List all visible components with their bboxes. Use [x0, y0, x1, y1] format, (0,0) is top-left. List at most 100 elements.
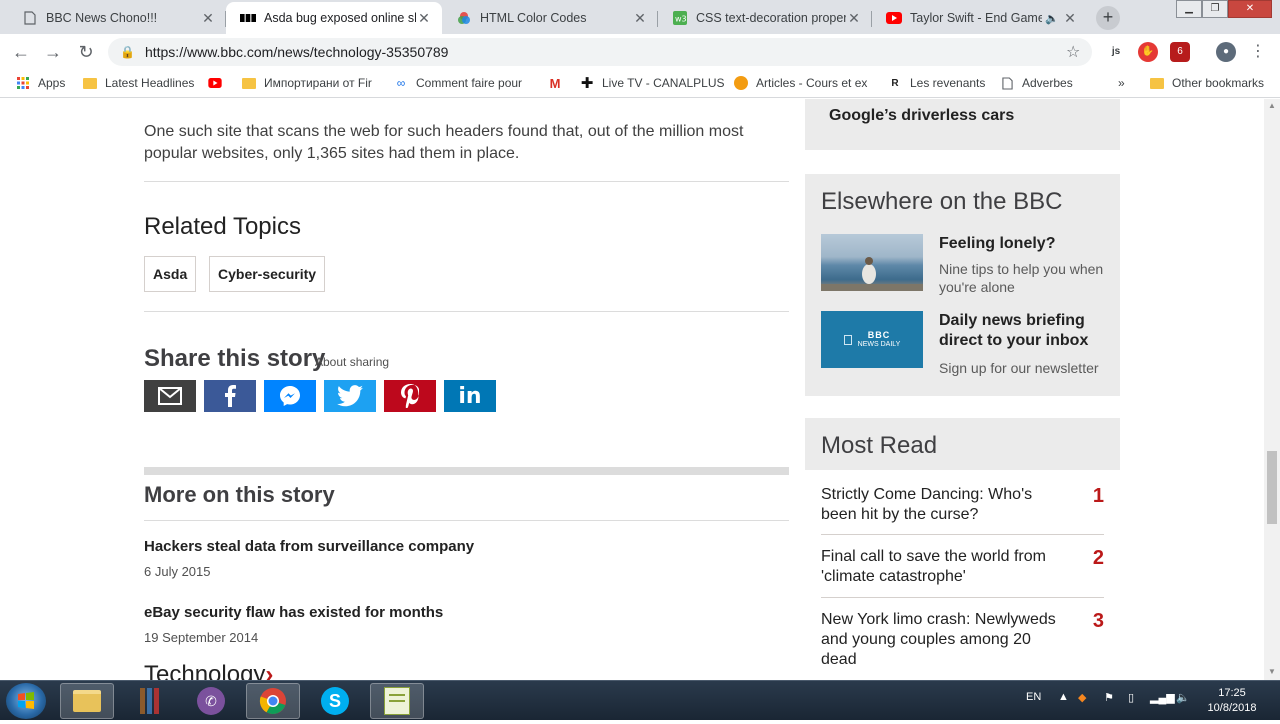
bookmark-articles[interactable]: Articles - Cours et ex — [726, 76, 875, 90]
bookmark-youtube[interactable] — [200, 76, 238, 90]
topic-tag-cyber-security[interactable]: Cyber-security — [209, 256, 326, 292]
windows-taskbar: ✆ S EN ▲ ◆ ⚑ ▯ ▂▄▆ 🔈 17:25 10/8/2018 — [0, 680, 1280, 720]
close-tab-icon[interactable]: ✕ — [846, 10, 862, 27]
js-extension-icon[interactable]: js — [1106, 42, 1126, 62]
bookmark-les-revenants[interactable]: R Les revenants — [880, 76, 993, 90]
bookmark-apps[interactable]: Apps — [8, 76, 73, 90]
pinterest-icon — [401, 384, 419, 408]
email-icon — [158, 387, 182, 405]
share-twitter-button[interactable] — [324, 380, 376, 412]
show-hidden-icons-chevron-icon[interactable]: ▲ — [1058, 691, 1069, 703]
profile-avatar[interactable]: ● — [1216, 42, 1236, 62]
taskbar-skype[interactable]: S — [308, 683, 362, 719]
books-icon — [139, 688, 159, 714]
share-pinterest-button[interactable] — [384, 380, 436, 412]
taskbar-notepad-plus[interactable] — [370, 683, 424, 719]
viber-icon: ✆ — [197, 687, 225, 715]
tab-title: BBC News Chono!!! — [46, 11, 158, 25]
bookmark-live-tv[interactable]: ✚ Live TV - CANALPLUS — [572, 75, 733, 92]
tab-title: CSS text-decoration property — [696, 11, 846, 25]
share-messenger-button[interactable] — [264, 380, 316, 412]
top-promo-title[interactable]: Google’s driverless cars — [829, 107, 1014, 125]
page-content: One such site that scans the web for suc… — [0, 99, 1264, 680]
action-center-flag-icon[interactable]: ⚑ — [1104, 691, 1114, 704]
page-scrollbar[interactable]: ▲ ▼ — [1264, 99, 1280, 680]
share-facebook-button[interactable] — [204, 380, 256, 412]
technology-section-link[interactable]: Technology› — [144, 661, 273, 680]
related-story[interactable]: Hackers steal data from surveillance com… — [144, 538, 474, 579]
share-linkedin-button[interactable]: in — [444, 380, 496, 412]
close-tab-icon[interactable]: ✕ — [416, 10, 432, 27]
promo-title[interactable]: Feeling lonely? — [939, 234, 1119, 254]
folder-icon — [242, 76, 256, 90]
scroll-down-arrow-icon[interactable]: ▼ — [1268, 667, 1276, 676]
close-tab-icon[interactable]: ✕ — [1062, 10, 1078, 27]
maximize-button[interactable]: ❐ — [1202, 0, 1228, 18]
windows-start-button[interactable] — [6, 683, 46, 719]
close-tab-icon[interactable]: ✕ — [632, 10, 648, 27]
scroll-up-arrow-icon[interactable]: ▲ — [1268, 101, 1276, 110]
speaker-icon[interactable]: 🔈 — [1042, 12, 1062, 25]
forward-arrow-icon[interactable]: → — [42, 41, 64, 63]
tab-asda-bug[interactable]: Asda bug exposed online shoppers ✕ — [226, 2, 442, 34]
promo-title[interactable]: Daily news briefing direct to your inbox — [939, 311, 1119, 351]
language-indicator[interactable]: EN — [1026, 691, 1041, 703]
close-tab-icon[interactable]: ✕ — [200, 10, 216, 27]
tab-html-color-codes[interactable]: HTML Color Codes ✕ — [442, 2, 658, 34]
notepad-plus-icon — [384, 687, 410, 715]
bookmark-imported[interactable]: Импортирани от Fir — [234, 76, 380, 90]
chrome-icon — [259, 688, 286, 715]
scrollbar-thumb[interactable] — [1267, 451, 1277, 524]
story-title[interactable]: Hackers steal data from surveillance com… — [144, 538, 474, 555]
metamask-fox-icon[interactable]: ◆ — [1078, 691, 1086, 704]
share-email-button[interactable] — [144, 380, 196, 412]
minimize-button[interactable]: ▁ — [1176, 0, 1202, 18]
story-date: 6 July 2015 — [144, 564, 211, 579]
ublock-extension-icon[interactable]: 6 — [1170, 42, 1190, 62]
network-signal-icon[interactable]: ▂▄▆ — [1150, 691, 1175, 704]
menu-dots-icon[interactable]: ⋮ — [1248, 42, 1268, 62]
most-read-rank: 1 — [1092, 485, 1104, 507]
page-icon — [22, 10, 38, 26]
most-read-rank: 2 — [1092, 547, 1104, 569]
power-plug-icon[interactable]: ▯ — [1128, 691, 1134, 704]
bookmark-star-icon[interactable]: ☆ — [1066, 42, 1092, 62]
tab-title: Asda bug exposed online shoppers — [264, 11, 416, 25]
tab-css-text-decoration[interactable]: w3 CSS text-decoration property ✕ — [658, 2, 872, 34]
bookmark-latest-headlines[interactable]: Latest Headlines — [75, 76, 202, 90]
most-read-title[interactable]: Strictly Come Dancing: Who's been hit by… — [821, 485, 1061, 525]
folder-icon — [83, 76, 97, 90]
topic-tag-asda[interactable]: Asda — [144, 256, 197, 292]
related-story[interactable]: eBay security flaw has existed for month… — [144, 604, 443, 645]
about-sharing-link[interactable]: About sharing — [315, 355, 389, 369]
bbc-logo-icon — [240, 10, 256, 26]
bookmark-comment-faire[interactable]: ∞ Comment faire pour — [386, 76, 530, 90]
facebook-icon — [225, 385, 236, 407]
youtube-icon — [886, 10, 902, 26]
volume-speaker-icon[interactable]: 🔈 — [1176, 691, 1190, 704]
divider — [144, 311, 789, 312]
back-arrow-icon[interactable]: ← — [10, 41, 32, 63]
orange-circle-icon — [734, 76, 748, 90]
system-clock[interactable]: 17:25 10/8/2018 — [1200, 686, 1264, 716]
bookmarks-overflow-chevron-icon[interactable]: » — [1110, 76, 1133, 90]
taskbar-chrome[interactable] — [246, 683, 300, 719]
most-read-title[interactable]: New York limo crash: Newlyweds and young… — [821, 610, 1061, 670]
bookmark-other[interactable]: Other bookmarks — [1142, 76, 1272, 90]
reload-icon[interactable]: ↻ — [75, 41, 97, 63]
taskbar-file-explorer[interactable] — [60, 683, 114, 719]
clock-date: 10/8/2018 — [1207, 702, 1257, 714]
bookmark-adverbes[interactable]: Adverbes — [992, 76, 1081, 90]
new-tab-button[interactable]: + — [1096, 6, 1120, 30]
taskbar-libraries[interactable] — [122, 683, 176, 719]
taskbar-viber[interactable]: ✆ — [184, 683, 238, 719]
tab-title: HTML Color Codes — [480, 11, 587, 25]
adblock-extension-icon[interactable]: ✋ — [1138, 42, 1158, 62]
most-read-title[interactable]: Final call to save the world from 'clima… — [821, 547, 1061, 587]
close-window-button[interactable]: ✕ — [1228, 0, 1272, 18]
address-bar[interactable]: 🔒 https://www.bbc.com/news/technology-35… — [108, 38, 1092, 66]
clock-time: 17:25 — [1218, 687, 1246, 699]
tab-bbc-news[interactable]: BBC News Chono!!! ✕ — [8, 2, 226, 34]
story-title[interactable]: eBay security flaw has existed for month… — [144, 604, 443, 621]
tab-taylor-swift[interactable]: Taylor Swift - End Game 🔈 ✕ — [872, 2, 1088, 34]
